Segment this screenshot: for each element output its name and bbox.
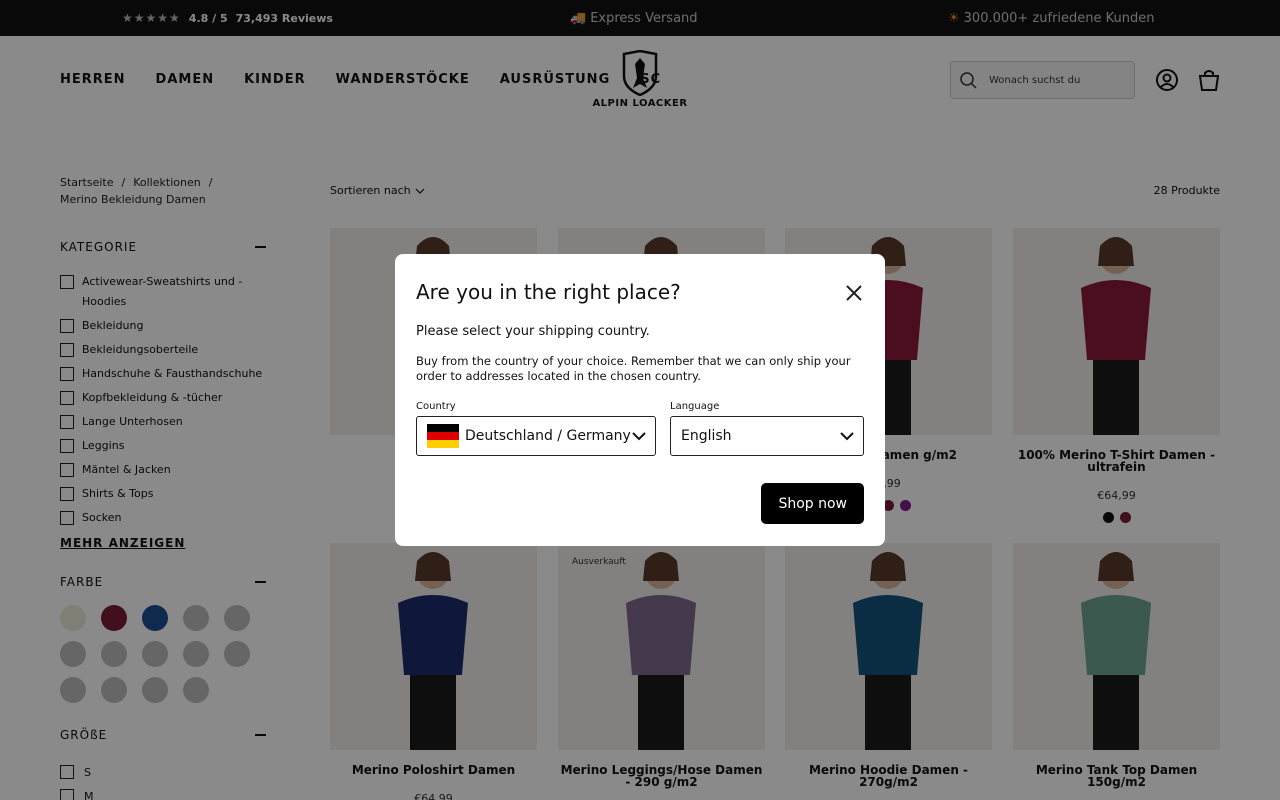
country-selector-modal: Are you in the right place? Please selec…	[395, 254, 885, 546]
language-select[interactable]: English	[670, 416, 864, 456]
modal-title: Are you in the right place?	[416, 280, 681, 304]
language-label: Language	[670, 401, 720, 412]
chevron-down-icon	[632, 432, 646, 441]
country-field: Country Deutschland / Germany	[416, 401, 656, 456]
shop-now-button[interactable]: Shop now	[761, 483, 864, 524]
language-field: Language English	[670, 401, 864, 456]
modal-description: Buy from the country of your choice. Rem…	[416, 354, 851, 383]
country-label: Country	[416, 401, 456, 412]
country-value: Deutschland / Germany	[465, 428, 631, 444]
country-select[interactable]: Deutschland / Germany	[416, 416, 656, 456]
modal-fields: Country Deutschland / Germany Language E…	[416, 401, 864, 456]
chevron-down-icon	[840, 432, 854, 441]
close-icon[interactable]	[843, 282, 865, 304]
germany-flag-icon	[427, 424, 459, 448]
language-value: English	[681, 428, 732, 444]
modal-subtitle: Please select your shipping country.	[416, 324, 650, 339]
